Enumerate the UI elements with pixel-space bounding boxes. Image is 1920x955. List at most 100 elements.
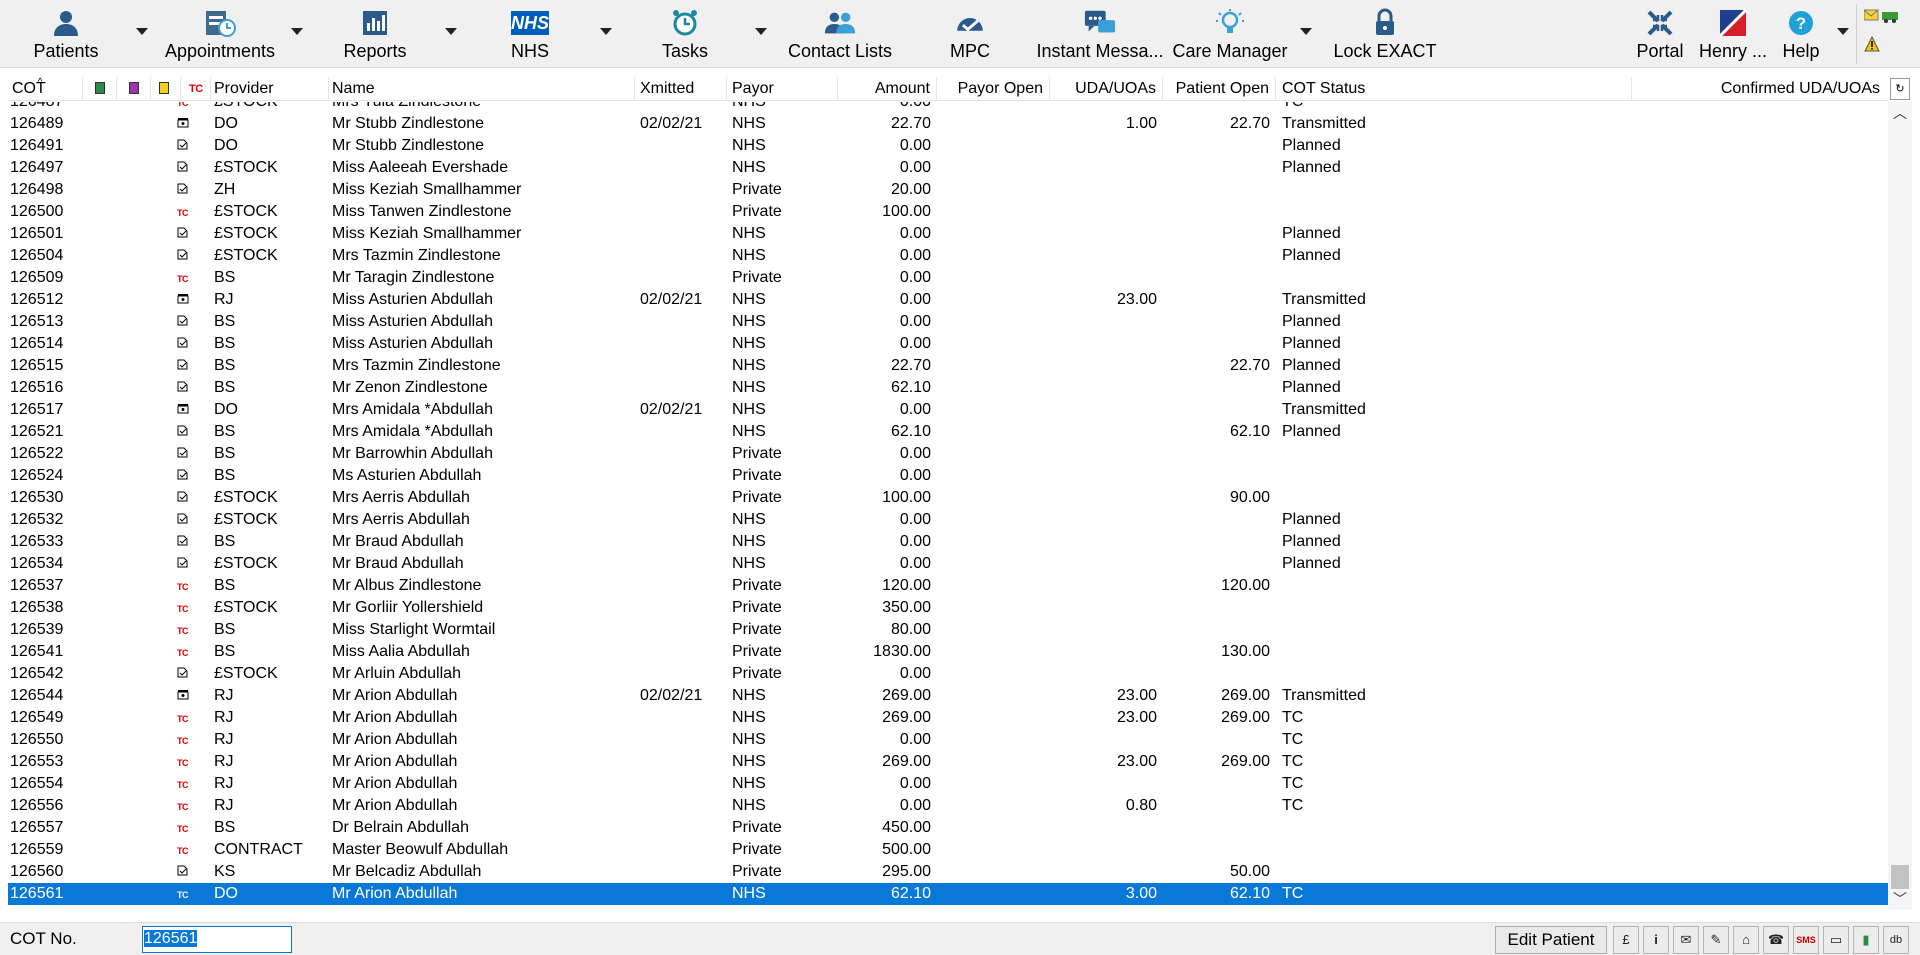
toolbar-patients-button[interactable]: Patients (26, 0, 106, 66)
column-header-icon2[interactable] (117, 77, 151, 101)
table-row[interactable]: 126515 BS Mrs Tazmin Zindlestone NHS 22.70 22… (8, 355, 1888, 377)
toolbar-contact-lists-button[interactable]: Contact Lists (780, 0, 900, 66)
table-row[interactable]: 126489 DO Mr Stubb Zindlestone 02/02/21 NHS 2… (8, 113, 1888, 135)
column-header-cot-status[interactable]: COT Status (1276, 77, 1632, 101)
column-header-provider[interactable]: Provider (211, 77, 329, 101)
scroll-up-icon[interactable]: ︿ (1888, 102, 1912, 124)
toolbar-mpc-button[interactable]: MPC (930, 0, 1010, 66)
cot-number-input[interactable]: 126561 (142, 926, 292, 953)
database-button[interactable]: db (1883, 926, 1909, 954)
toolbar-help-button[interactable]: ? Help (1761, 0, 1841, 66)
reports-dropdown-arrow[interactable] (445, 28, 457, 35)
care-manager-dropdown-arrow[interactable] (1300, 28, 1312, 35)
table-row[interactable]: 126524 BS Ms Asturien Abdullah Private 0.00 (8, 465, 1888, 487)
toolbar-nhs-button[interactable]: NHS NHS (490, 0, 570, 66)
table-row[interactable]: 126516 BS Mr Zenon Zindlestone NHS 62.10 Plan… (8, 377, 1888, 399)
table-row[interactable]: 126491 DO Mr Stubb Zindlestone NHS 0.00 Plann… (8, 135, 1888, 157)
table-row[interactable]: TC 126509 BS Mr Taragin Zindlestone Private 0… (8, 267, 1888, 289)
table-row[interactable]: 126504 £STOCK Mrs Tazmin Zindlestone NHS 0.0… (8, 245, 1888, 267)
table-row[interactable]: TC 126549 RJ Mr Arion Abdullah NHS 269.00 23.0… (8, 707, 1888, 729)
table-row[interactable]: 126497 £STOCK Miss Aaleeah Evershade NHS 0.0… (8, 157, 1888, 179)
cell-xmitted (635, 641, 727, 663)
cell-patient-open (1163, 311, 1276, 333)
toolbar-portal-button[interactable]: Portal (1620, 0, 1700, 66)
column-header-xmitted[interactable]: Xmitted (635, 77, 727, 101)
table-row[interactable]: TC 126487 £STOCKMrs Yula Zindlestone NHS0.0… (8, 102, 1888, 113)
home-button[interactable]: ⌂ (1733, 926, 1759, 954)
table-row[interactable]: TC 126559 CONTRACT Master Beowulf Abdullah P… (8, 839, 1888, 861)
warning-icon[interactable] (1864, 35, 1880, 57)
toolbar-care-manager-button[interactable]: Care Manager (1170, 0, 1290, 66)
patients-dropdown-arrow[interactable] (136, 28, 148, 35)
table-row[interactable]: 126532 £STOCK Mrs Aerris Abdullah NHS 0.00 Pl… (8, 509, 1888, 531)
table-row[interactable]: TC 126556 RJ Mr Arion Abdullah NHS 0.00 0.80 TC (8, 795, 1888, 817)
column-header-icon1[interactable] (83, 77, 117, 101)
table-row[interactable]: TC 126500 £STOCK Miss Tanwen Zindlestone Pri… (8, 201, 1888, 223)
cell-provider: £STOCK (214, 247, 278, 264)
table-row[interactable]: 126542 £STOCK Mr Arluin Abdullah Private 0.0… (8, 663, 1888, 685)
column-header-confirmed-uda[interactable]: Confirmed UDA/UOAs (1632, 77, 1888, 101)
cell-payor-open (937, 135, 1050, 157)
table-row[interactable]: TC 126539 BS Miss Starlight Wormtail Private… (8, 619, 1888, 641)
cell-status: TC (1282, 775, 1304, 792)
cell-xmitted (635, 509, 727, 531)
letters-button[interactable]: ✉ (1673, 926, 1699, 954)
table-row[interactable]: 126534 £STOCK Mr Braud Abdullah NHS 0.00 Plan… (8, 553, 1888, 575)
column-header-amount[interactable]: Amount (838, 77, 937, 101)
toolbar-tasks-button[interactable]: Tasks (645, 0, 725, 66)
cell-uda (1050, 641, 1163, 663)
cell-patient-open (1163, 157, 1276, 179)
info-button[interactable]: i (1643, 926, 1669, 954)
column-header-name[interactable]: Name (329, 77, 635, 101)
column-header-patient-open[interactable]: Patient Open (1163, 77, 1276, 101)
column-header-tc[interactable]: TC (181, 77, 211, 101)
table-row[interactable]: 126498 ZH Miss Keziah Smallhammer Private 20… (8, 179, 1888, 201)
toolbar-reports-button[interactable]: Reports (335, 0, 415, 66)
book-button[interactable]: ▮ (1853, 926, 1879, 954)
cell-amount: 0.00 (899, 797, 931, 814)
phone-button[interactable]: ☎ (1763, 926, 1789, 954)
appointments-dropdown-arrow[interactable] (291, 28, 303, 35)
table-row[interactable]: TC 126541 BS Miss Aalia Abdullah Private 1830… (8, 641, 1888, 663)
table-row[interactable]: 126512 RJ Miss Asturien Abdullah 02/02/21 NH… (8, 289, 1888, 311)
table-row[interactable]: 126521 BS Mrs Amidala *Abdullah NHS 62.10 62.… (8, 421, 1888, 443)
card-button[interactable]: ▭ (1823, 926, 1849, 954)
notes-button[interactable]: ✎ (1703, 926, 1729, 954)
column-header-payor-open[interactable]: Payor Open (937, 77, 1050, 101)
column-chooser-button[interactable]: ↻ (1890, 78, 1910, 100)
toolbar-instant-messaging-button[interactable]: Instant Messa... (1035, 0, 1165, 66)
table-row[interactable]: 126530 £STOCK Mrs Aerris Abdullah Private 10… (8, 487, 1888, 509)
tasks-dropdown-arrow[interactable] (755, 28, 767, 35)
column-header-payor[interactable]: Payor (727, 77, 838, 101)
table-row[interactable]: 126501 £STOCK Miss Keziah Smallhammer NHS 0.… (8, 223, 1888, 245)
table-row[interactable]: 126533 BS Mr Braud Abdullah NHS 0.00 Planned (8, 531, 1888, 553)
table-row[interactable]: TC 126561 DO Mr Arion Abdullah NHS 62.10 3.00 6… (8, 883, 1888, 905)
column-header-uda-uoas[interactable]: UDA/UOAs (1050, 77, 1163, 101)
table-row[interactable]: 126560 KS Mr Belcadiz Abdullah Private 295.0… (8, 861, 1888, 883)
table-row[interactable]: 126522 BS Mr Barrowhin Abdullah Private 0.00 (8, 443, 1888, 465)
finance-button[interactable]: £ (1613, 926, 1639, 954)
table-row[interactable]: TC 126554 RJ Mr Arion Abdullah NHS 0.00 TC (8, 773, 1888, 795)
table-row[interactable]: TC 126557 BS Dr Belrain Abdullah Private 450.… (8, 817, 1888, 839)
edit-patient-button[interactable]: Edit Patient (1495, 926, 1607, 954)
nhs-dropdown-arrow[interactable] (600, 28, 612, 35)
table-row[interactable]: 126513 BS Miss Asturien Abdullah NHS 0.00 Pla… (8, 311, 1888, 333)
vertical-scrollbar[interactable]: ︿ ﹀ (1888, 102, 1912, 910)
table-row[interactable]: TC 126550 RJ Mr Arion Abdullah NHS 0.00 TC (8, 729, 1888, 751)
messages-icon[interactable] (1863, 8, 1900, 29)
scrollbar-thumb[interactable] (1891, 865, 1909, 889)
column-header-cot[interactable]: COT^ (8, 77, 83, 101)
table-row[interactable]: TC 126538 £STOCK Mr Gorliir Yollershield Pri… (8, 597, 1888, 619)
table-row[interactable]: 126514 BS Miss Asturien Abdullah NHS 0.00 Pla… (8, 333, 1888, 355)
scroll-down-icon[interactable]: ﹀ (1888, 888, 1912, 910)
column-header-icon3[interactable] (151, 77, 181, 101)
sms-button[interactable]: SMS (1793, 926, 1819, 954)
help-dropdown-arrow[interactable] (1837, 28, 1849, 35)
toolbar-lock-exact-button[interactable]: Lock EXACT (1330, 0, 1440, 66)
toolbar-appointments-button[interactable]: Appointments (160, 0, 280, 66)
table-row[interactable]: 126517 DO Mrs Amidala *Abdullah 02/02/21 NHS… (8, 399, 1888, 421)
table-row[interactable]: 126544 RJ Mr Arion Abdullah 02/02/21 NHS 269.… (8, 685, 1888, 707)
table-row[interactable]: TC 126553 RJ Mr Arion Abdullah NHS 269.00 23.0… (8, 751, 1888, 773)
table-row[interactable]: TC 126537 BS Mr Albus Zindlestone Private 120… (8, 575, 1888, 597)
cell-uda (1050, 817, 1163, 839)
